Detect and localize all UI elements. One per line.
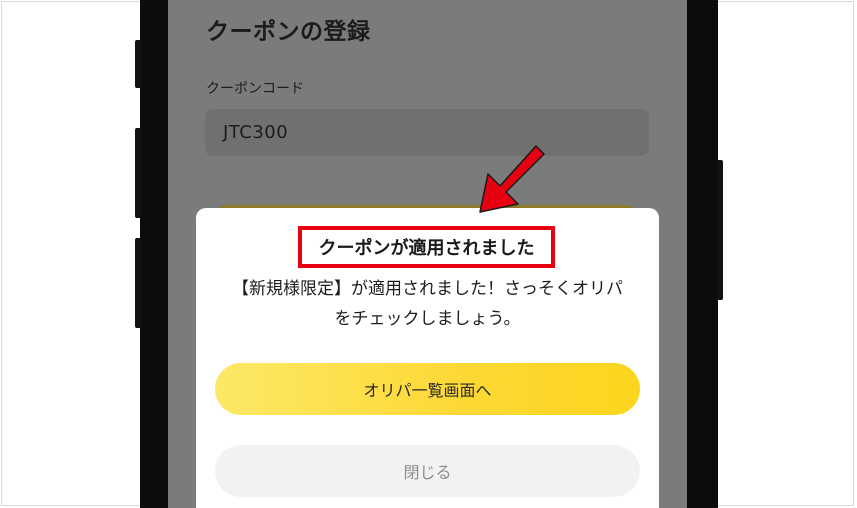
red-arrow-icon [479, 145, 545, 213]
close-button[interactable]: 閉じる [215, 445, 640, 497]
dialog-title: クーポンが適用されました [318, 238, 535, 259]
coupon-code-label: クーポンコード [206, 81, 304, 97]
go-to-oripa-list-button[interactable]: オリパ一覧画面へ [215, 363, 640, 415]
page-title: クーポンの登録 [206, 19, 371, 45]
phone-side-button [135, 40, 141, 88]
coupon-code-input[interactable]: JTC300 [205, 109, 649, 156]
coupon-applied-dialog: クーポンが適用されました 【新規様限定】が適用されました！さっそくオリパ をチェ… [196, 208, 659, 508]
dialog-message-line: 【新規様限定】が適用されました！さっそくオリパ [232, 279, 623, 299]
coupon-code-value: JTC300 [223, 122, 289, 143]
dialog-title-highlight: クーポンが適用されました [298, 226, 555, 268]
phone-side-button [135, 128, 141, 218]
dialog-message: 【新規様限定】が適用されました！さっそくオリパ をチェックしましょう。 [216, 274, 639, 334]
phone-side-button [717, 160, 723, 300]
phone-side-button [135, 238, 141, 328]
app-screen: クーポンの登録 クーポンコード JTC300 クーポンが適用されました 【新規様… [168, 0, 687, 508]
dialog-message-line: をチェックしましょう。 [334, 309, 521, 329]
